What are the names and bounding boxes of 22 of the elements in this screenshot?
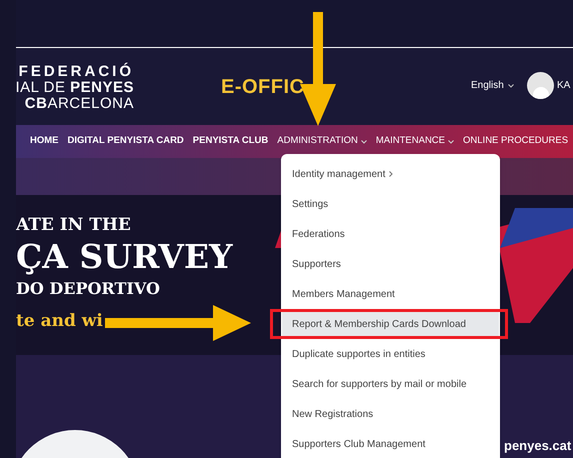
site-url: penyes.cat — [504, 437, 572, 455]
nav-link[interactable]: HOME — [30, 134, 58, 149]
banner-text: DO DEPORTIVO — [16, 278, 160, 300]
avatar-icon[interactable] — [527, 72, 554, 99]
nav-link[interactable]: ADMINISTRATION — [277, 134, 367, 149]
chevron-down-icon — [360, 140, 367, 144]
user-name[interactable]: KA — [557, 78, 570, 93]
chevron-down-icon — [508, 84, 514, 88]
chevron-right-icon — [389, 171, 394, 177]
chevron-down-icon — [448, 140, 454, 144]
nav-link[interactable]: ONLINE PROCEDURES — [463, 134, 568, 149]
logo-text: FEDERACIÓ — [18, 64, 134, 80]
banner-text: te and wi — [16, 310, 103, 332]
banner-text: ÇA SURVEY — [16, 236, 233, 278]
banner-text: ATE IN THE — [16, 214, 131, 236]
logo-text: CBARCELONA — [24, 96, 134, 112]
language-selector[interactable]: English — [471, 78, 514, 93]
nav-link[interactable]: DIGITAL PENYISTA CARD — [68, 134, 184, 149]
nav-link[interactable]: PENYISTA CLUB — [192, 134, 268, 149]
logo-text: IAL DE PENYES — [16, 80, 134, 96]
nav-link[interactable]: MAINTENANCE — [376, 134, 454, 149]
page-title: E-OFFIC — [221, 75, 304, 100]
